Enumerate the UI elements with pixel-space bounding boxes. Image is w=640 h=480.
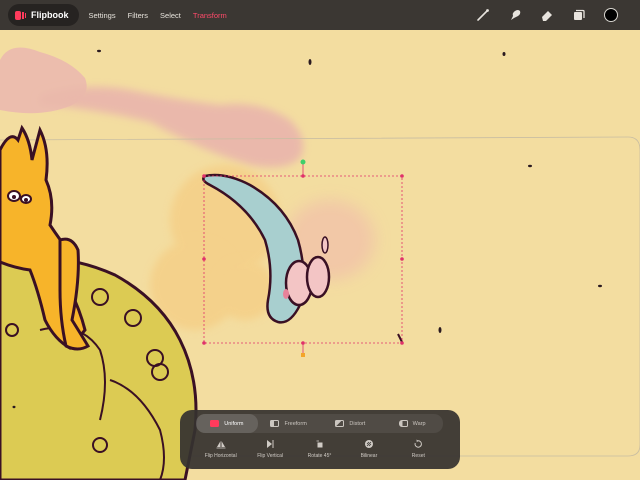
bilinear-button[interactable]: Bilinear (344, 439, 393, 465)
resize-handle-left[interactable] (202, 257, 206, 261)
layers-icon[interactable] (570, 6, 588, 24)
resize-handle-top[interactable] (301, 174, 305, 178)
rotate-handle[interactable] (300, 159, 306, 165)
freeform-icon (270, 420, 280, 427)
flip-horizontal-icon (216, 439, 226, 449)
tool-group (474, 0, 620, 30)
main-menu: Settings Filters Select Transform (89, 11, 227, 20)
transform-panel: Uniform Freeform Distort Warp Flip Horiz… (180, 410, 460, 469)
bilinear-icon (364, 439, 374, 449)
resize-handle-top-left[interactable] (202, 174, 206, 178)
resize-handle-bottom[interactable] (301, 341, 305, 345)
pivot-handle[interactable] (301, 353, 305, 357)
gallery-button[interactable]: Flipbook (8, 4, 79, 26)
resize-handle-right[interactable] (400, 257, 404, 261)
brush-icon[interactable] (474, 6, 492, 24)
transform-mode-selector: Uniform Freeform Distort Warp (196, 414, 443, 433)
reset-button[interactable]: Reset (394, 439, 443, 465)
menu-settings[interactable]: Settings (89, 11, 116, 20)
reset-icon (413, 439, 423, 449)
rotate-45-label: Rotate 45° (307, 453, 332, 459)
rotate-45-icon (315, 439, 325, 449)
mode-warp[interactable]: Warp (381, 414, 443, 433)
menu-transform[interactable]: Transform (193, 11, 227, 20)
eraser-icon[interactable] (538, 6, 556, 24)
transform-actions: Flip Horizontal Flip Vertical Rotate 45°… (196, 439, 443, 465)
top-toolbar: Flipbook Settings Filters Select Transfo… (0, 0, 640, 30)
menu-select[interactable]: Select (160, 11, 181, 20)
flipbook-logo-icon (15, 10, 26, 20)
mode-warp-label: Warp (412, 420, 426, 427)
flip-vertical-button[interactable]: Flip Vertical (245, 439, 294, 465)
flip-horizontal-button[interactable]: Flip Horizontal (196, 439, 245, 465)
current-color-swatch (604, 8, 618, 22)
mode-distort-label: Distort (349, 420, 366, 427)
menu-filters[interactable]: Filters (128, 11, 148, 20)
color-picker-button[interactable] (602, 6, 620, 24)
mode-distort[interactable]: Distort (320, 414, 382, 433)
mode-freeform[interactable]: Freeform (258, 414, 320, 433)
distort-icon (335, 420, 345, 427)
uniform-icon (210, 420, 220, 427)
reset-label: Reset (411, 453, 425, 459)
flip-horizontal-label: Flip Horizontal (204, 453, 237, 459)
drawing-canvas[interactable] (0, 0, 640, 480)
app-name: Flipbook (31, 10, 69, 20)
flip-vertical-label: Flip Vertical (257, 453, 284, 459)
resize-handle-top-right[interactable] (400, 174, 404, 178)
mode-uniform-label: Uniform (224, 420, 244, 427)
mode-freeform-label: Freeform (284, 420, 307, 427)
bilinear-label: Bilinear (360, 453, 378, 459)
resize-handle-bottom-right[interactable] (400, 341, 404, 345)
mode-uniform[interactable]: Uniform (196, 414, 258, 433)
resize-handle-bottom-left[interactable] (202, 341, 206, 345)
rotate-45-button[interactable]: Rotate 45° (295, 439, 344, 465)
flip-vertical-icon (265, 439, 275, 449)
smudge-icon[interactable] (506, 6, 524, 24)
warp-icon (398, 420, 408, 427)
